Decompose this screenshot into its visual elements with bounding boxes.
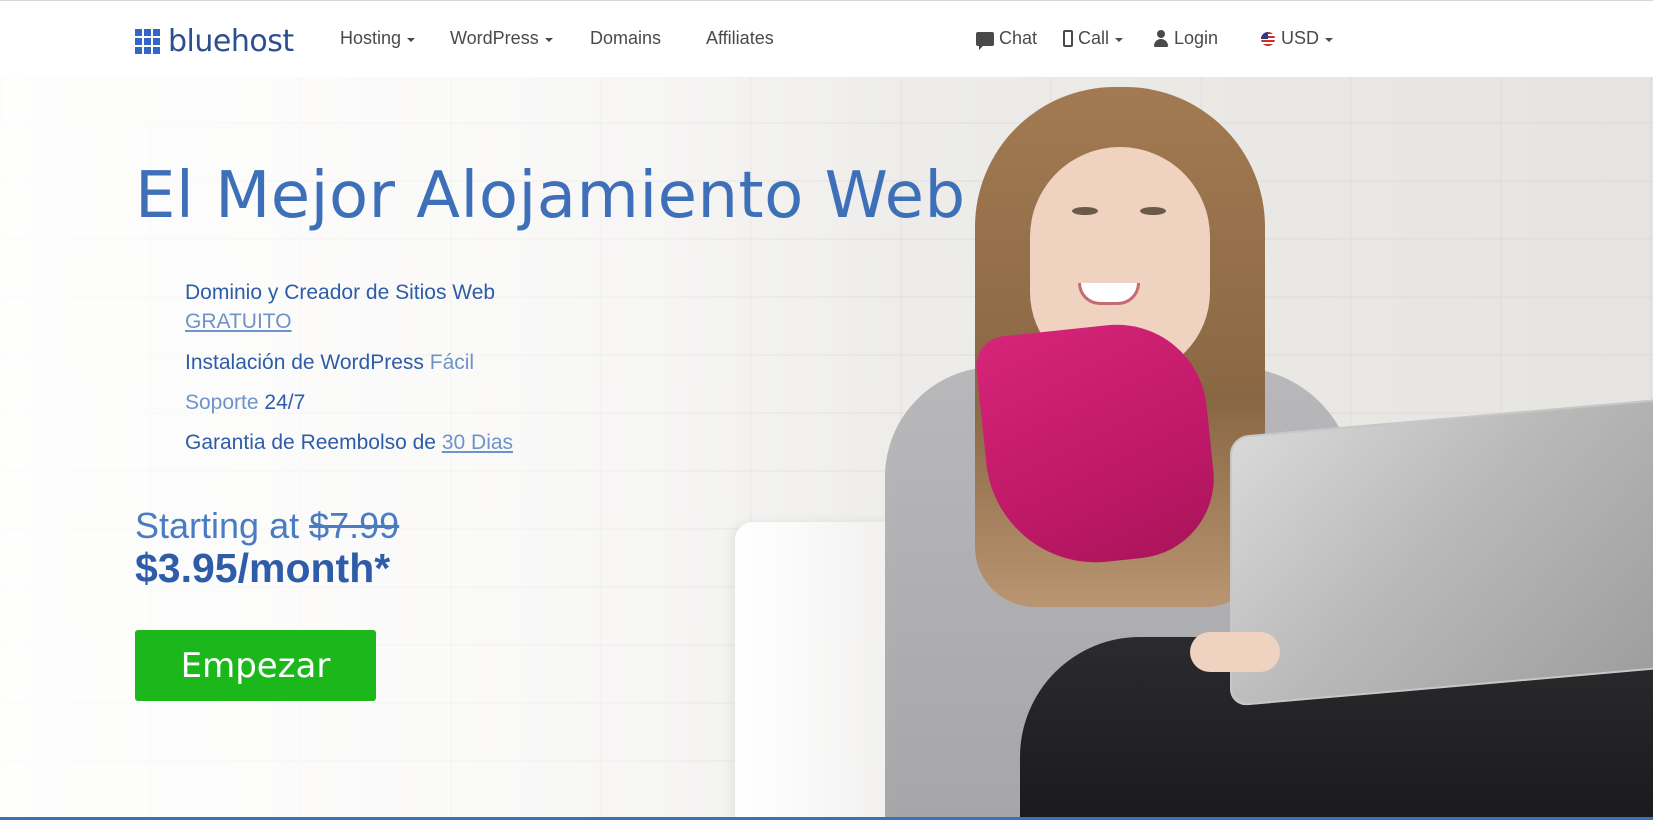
laptop-shape <box>1230 397 1653 707</box>
gratuito-link[interactable]: GRATUITO <box>185 310 292 333</box>
login-link[interactable]: Login <box>1153 28 1218 49</box>
user-icon <box>1153 30 1169 47</box>
feature-wordpress-install: Instalación de WordPress Fácil <box>185 343 513 383</box>
eye-shape <box>1140 207 1166 215</box>
nav-affiliates[interactable]: Affiliates <box>706 28 774 49</box>
us-flag-icon <box>1261 31 1275 46</box>
hero-headline: El Mejor Alojamiento Web <box>135 159 966 233</box>
phone-icon <box>1063 30 1073 47</box>
eye-shape <box>1072 207 1098 215</box>
hero-section: El Mejor Alojamiento Web Dominio y Cread… <box>0 77 1653 820</box>
thirty-days-link[interactable]: 30 Dias <box>442 431 513 454</box>
caret-down-icon <box>1115 37 1124 42</box>
feature-money-back: Garantia de Reembolso de 30 Dias <box>185 423 513 463</box>
get-started-button[interactable]: Empezar <box>135 630 376 701</box>
currency-label: USD <box>1281 28 1320 48</box>
feature-list: Dominio y Creador de Sitios Web GRATUITO… <box>185 273 513 463</box>
feature-support: Soporte 24/7 <box>185 383 513 423</box>
nav-wordpress-label: WordPress <box>450 28 539 48</box>
nav-affiliates-label: Affiliates <box>706 28 774 48</box>
nav-domains-label: Domains <box>590 28 662 48</box>
current-price: $3.95/month* <box>135 545 391 591</box>
starting-label: Starting at <box>135 505 300 546</box>
caret-down-icon <box>407 37 416 42</box>
chat-link[interactable]: Chat <box>976 28 1038 50</box>
top-navigation-bar: bluehost Hosting WordPress Domains Affil… <box>0 0 1653 77</box>
bluehost-logo[interactable]: bluehost <box>135 23 294 59</box>
bottom-divider <box>0 817 1653 820</box>
caret-down-icon <box>544 37 553 42</box>
chat-icon <box>976 31 994 50</box>
feature-money-back-text: Garantia de Reembolso de <box>185 431 436 454</box>
old-price: $7.99 <box>309 505 400 546</box>
brand-name: bluehost <box>168 23 294 59</box>
currency-selector[interactable]: USD <box>1261 28 1334 49</box>
call-label: Call <box>1078 28 1110 48</box>
nav-hosting-label: Hosting <box>340 28 402 48</box>
caret-down-icon <box>1325 37 1334 42</box>
call-dropdown[interactable]: Call <box>1063 28 1124 49</box>
chat-label: Chat <box>999 28 1038 48</box>
nav-hosting[interactable]: Hosting <box>340 28 416 49</box>
logo-grid-icon <box>135 28 160 54</box>
hand-shape <box>1190 632 1280 672</box>
feature-support-label: Soporte <box>185 391 259 414</box>
nav-wordpress[interactable]: WordPress <box>450 28 553 49</box>
feature-free-domain-text: Dominio y Creador de Sitios Web <box>185 281 496 304</box>
feature-wordpress-easy: Fácil <box>429 351 475 374</box>
nav-domains[interactable]: Domains <box>590 28 661 49</box>
starting-price-line: Starting at $7.99 <box>135 505 399 547</box>
feature-support-hours: 24/7 <box>264 391 306 414</box>
login-label: Login <box>1174 28 1219 48</box>
feature-wordpress-text: Instalación de WordPress <box>185 351 424 374</box>
